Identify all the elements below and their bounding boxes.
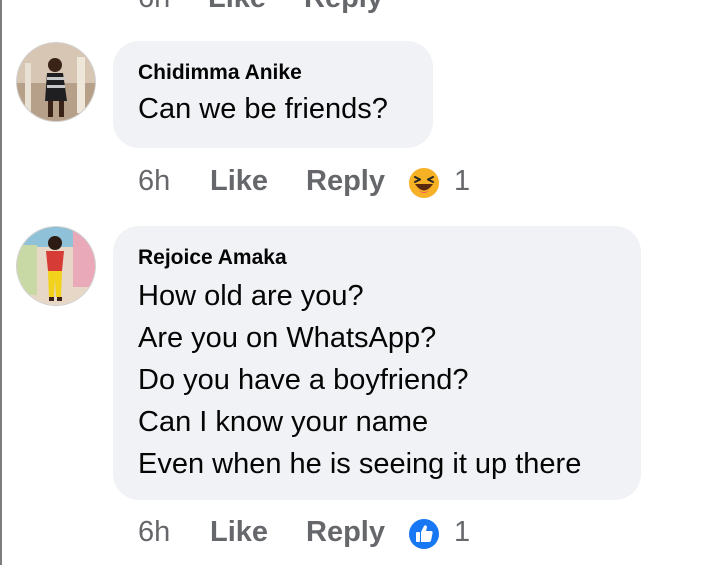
haha-emoji-icon[interactable] — [408, 167, 440, 199]
avatar-chidimma-anike[interactable] — [17, 43, 95, 121]
comment-timestamp[interactable]: 6h — [138, 516, 170, 549]
avatar-photo-icon — [17, 43, 95, 121]
comment-author[interactable]: Rejoice Amaka — [138, 246, 287, 270]
reply-button[interactable]: Reply — [306, 165, 385, 198]
comment-text-line: Are you on WhatsApp? — [138, 322, 437, 354]
comment-text-line: Can we be friends? — [138, 93, 388, 125]
like-button[interactable]: Like — [210, 516, 268, 549]
previous-like-button[interactable]: Like — [208, 0, 304, 15]
comment-timestamp[interactable]: 6h — [138, 165, 170, 198]
previous-comment-time: 6h — [138, 0, 208, 15]
comment-text-line: Do you have a boyfriend? — [138, 364, 469, 396]
comment-author[interactable]: Chidimma Anike — [138, 61, 302, 85]
screen-left-border — [0, 0, 2, 565]
comment-text-line: How old are you? — [138, 280, 364, 312]
previous-reply-button[interactable]: Reply — [304, 0, 383, 15]
like-button[interactable]: Like — [210, 165, 268, 198]
reaction-count[interactable]: 1 — [454, 165, 470, 198]
reaction-count[interactable]: 1 — [454, 516, 470, 549]
previous-comment-actions: 6hLikeReply — [138, 0, 383, 15]
comment-text-line: Even when he is seeing it up there — [138, 448, 582, 480]
avatar-photo-icon — [17, 227, 95, 305]
thumbs-up-icon[interactable] — [408, 518, 440, 550]
reply-button[interactable]: Reply — [306, 516, 385, 549]
comment-bubble[interactable]: Rejoice Amaka How old are you? Are you o… — [113, 226, 641, 500]
comment-text-line: Can I know your name — [138, 406, 429, 438]
avatar-rejoice-amaka[interactable] — [17, 227, 95, 305]
comment-bubble[interactable]: Chidimma Anike Can we be friends? — [113, 41, 433, 148]
